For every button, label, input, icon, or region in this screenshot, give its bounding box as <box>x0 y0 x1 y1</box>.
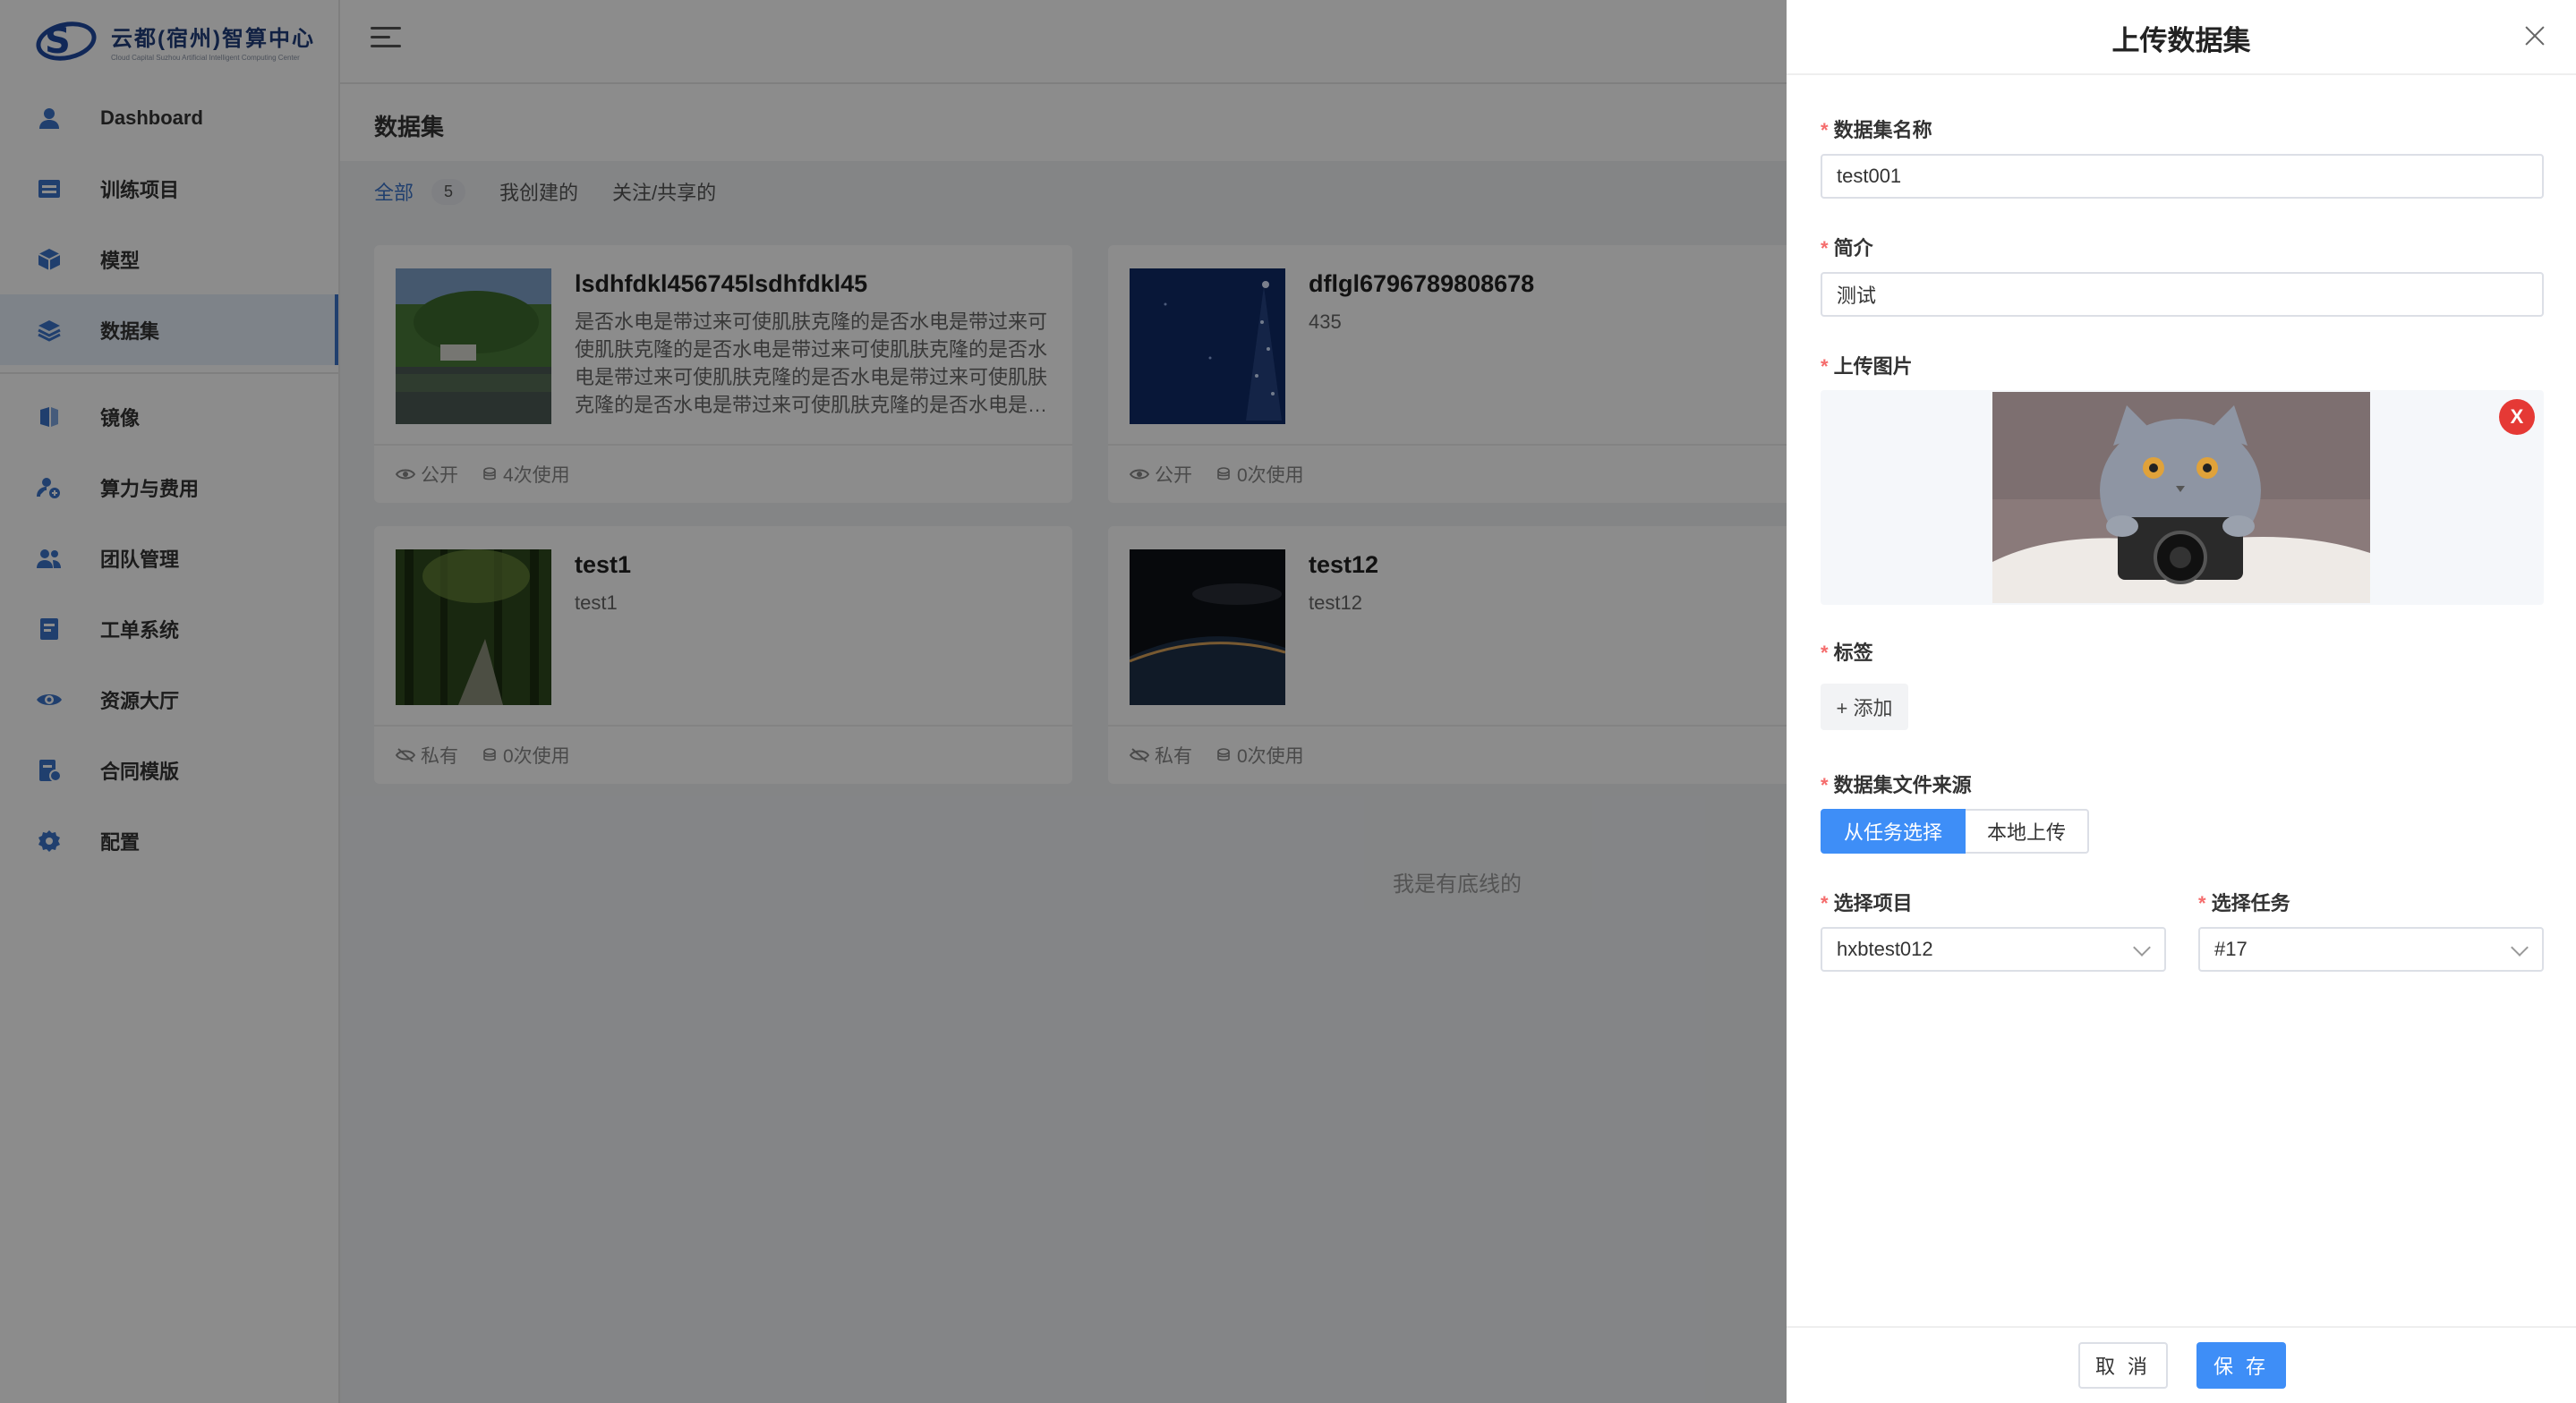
tags-label: * 标签 <box>1821 642 1873 664</box>
source-toggle: 从任务选择 本地上传 <box>1821 809 2090 854</box>
add-tag-button[interactable]: + 添加 <box>1821 684 1908 730</box>
intro-input[interactable]: 测试 <box>1821 272 2544 317</box>
source-option-from-task[interactable]: 从任务选择 <box>1821 809 1966 854</box>
cancel-button[interactable]: 取 消 <box>2078 1342 2168 1389</box>
source-option-local-upload[interactable]: 本地上传 <box>1966 809 2090 854</box>
project-select-value: hxbtest012 <box>1837 938 1933 960</box>
source-label: * 数据集文件来源 <box>1821 774 1972 796</box>
dataset-name-label: * 数据集名称 <box>1821 119 1932 141</box>
chevron-down-icon <box>2133 939 2151 957</box>
drawer-footer: 取 消 保 存 <box>1787 1326 2576 1403</box>
select-project-label: * 选择项目 <box>1821 892 1913 914</box>
close-icon[interactable] <box>2522 23 2547 48</box>
drawer-header: 上传数据集 <box>1787 0 2576 75</box>
select-task-label: * 选择任务 <box>2198 892 2290 914</box>
chevron-down-icon <box>2511 939 2529 957</box>
image-upload-area[interactable]: X <box>1821 390 2544 605</box>
intro-label: * 简介 <box>1821 237 1873 259</box>
drawer-title: 上传数据集 <box>2111 25 2251 56</box>
task-select[interactable]: #17 <box>2198 927 2544 972</box>
upload-image-label: * 上传图片 <box>1821 355 1913 378</box>
dataset-name-input[interactable]: test001 <box>1821 154 2544 199</box>
project-select[interactable]: hxbtest012 <box>1821 927 2166 972</box>
remove-image-button[interactable]: X <box>2499 399 2535 435</box>
task-select-value: #17 <box>2214 938 2248 960</box>
uploaded-image-preview <box>1992 392 2370 603</box>
save-button[interactable]: 保 存 <box>2196 1342 2286 1389</box>
